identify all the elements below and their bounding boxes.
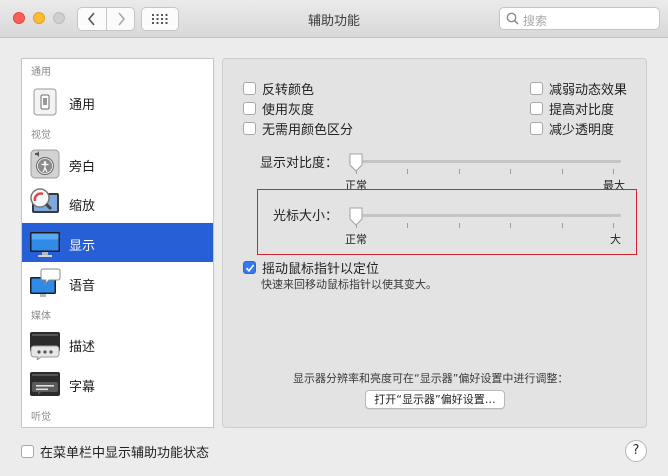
reduce-transparency-checkbox[interactable]: 减少透明度	[530, 119, 614, 138]
speech-icon	[30, 268, 61, 297]
invert-colors-label: 反转颜色	[262, 83, 315, 98]
search-icon	[506, 12, 519, 25]
sidebar-item-descriptions[interactable]: 描述	[22, 324, 213, 363]
cursor-size-slider-track[interactable]	[349, 214, 621, 217]
open-display-prefs-button[interactable]: 打开“显示器”偏好设置…	[365, 390, 505, 409]
sidebar-item-label: 显示	[69, 239, 96, 254]
slider-tick	[458, 169, 460, 174]
increase-contrast-checkbox[interactable]: 提高对比度	[530, 99, 614, 118]
checkmark-icon	[245, 263, 254, 272]
grayscale-label: 使用灰度	[262, 103, 315, 118]
differentiate-label: 无需用颜色区分	[262, 123, 354, 138]
search-placeholder: 搜索	[523, 14, 548, 28]
slider-tick	[510, 223, 512, 228]
zoom-icon	[30, 188, 59, 213]
checkbox-box[interactable]	[243, 122, 256, 135]
checkbox-box[interactable]	[243, 82, 256, 95]
reduce-transparency-label: 减少透明度	[549, 123, 615, 138]
section-header-general: 通用	[31, 67, 51, 78]
checkbox-box[interactable]	[530, 82, 543, 95]
display-icon	[30, 232, 60, 257]
grayscale-checkbox[interactable]: 使用灰度	[243, 99, 314, 118]
sidebar-item-display[interactable]: 显示	[22, 223, 213, 262]
slider-tick	[510, 169, 512, 174]
slider-tick	[613, 169, 614, 174]
reduce-motion-label: 减弱动态效果	[549, 83, 628, 98]
voiceover-icon	[30, 149, 60, 179]
slider-tick	[613, 223, 614, 228]
descriptions-icon	[30, 332, 60, 360]
shake-to-locate-checkbox[interactable]: 摇动鼠标指针以定位	[243, 258, 379, 277]
shake-to-locate-description: 快速来回移动鼠标指针以使其变大。	[261, 278, 437, 291]
section-header-hearing: 听觉	[31, 412, 51, 423]
cursor-size-label: 光标大小：	[273, 209, 339, 224]
slider-tick	[561, 223, 563, 228]
sidebar-item-label: 缩放	[69, 199, 96, 214]
show-in-menubar-label: 在菜单栏中显示辅助功能状态	[40, 446, 210, 461]
sidebar-item-label: 语音	[69, 279, 96, 294]
cursor-size-max-label: 大	[610, 233, 621, 246]
checkbox-box[interactable]	[21, 445, 34, 458]
sidebar-item-label: 旁白	[69, 160, 96, 175]
help-button[interactable]: ?	[625, 440, 647, 462]
sidebar-item-label: 通用	[69, 98, 96, 113]
sidebar: 通用 通用 视觉 旁白 缩放 显示 语音 媒体 描述 字幕 听觉	[21, 58, 214, 428]
contrast-slider-knob[interactable]	[348, 153, 364, 173]
sidebar-item-label: 字幕	[69, 380, 96, 395]
section-header-vision: 视觉	[31, 130, 51, 141]
sidebar-item-general[interactable]: 通用	[22, 82, 213, 121]
contrast-slider-track[interactable]	[349, 160, 621, 163]
section-header-media: 媒体	[31, 311, 51, 322]
contrast-slider-label: 显示对比度：	[260, 156, 339, 171]
search-field[interactable]: 搜索	[499, 7, 660, 30]
differentiate-without-color-checkbox[interactable]: 无需用颜色区分	[243, 119, 353, 138]
display-prefs-note: 显示器分辨率和亮度可在“显示器”偏好设置中进行调整：	[293, 372, 569, 385]
sidebar-item-voiceover[interactable]: 旁白	[22, 144, 213, 183]
sidebar-item-zoom[interactable]: 缩放	[22, 183, 213, 222]
invert-colors-checkbox[interactable]: 反转颜色	[243, 79, 314, 98]
reduce-motion-checkbox[interactable]: 减弱动态效果	[530, 79, 627, 98]
slider-tick	[561, 169, 563, 174]
cursor-size-slider-knob[interactable]	[348, 207, 364, 227]
slider-tick	[458, 223, 460, 228]
show-in-menubar-checkbox[interactable]: 在菜单栏中显示辅助功能状态	[21, 442, 209, 461]
general-icon	[33, 88, 57, 116]
checkbox-box-checked[interactable]	[243, 261, 256, 274]
sidebar-item-label: 描述	[69, 340, 96, 355]
checkbox-box[interactable]	[243, 102, 256, 115]
accessibility-window: 辅助功能 搜索 通用 通用 视觉 旁白 缩放 显示 语音 媒体 描述 字幕 听觉…	[0, 0, 668, 476]
slider-tick	[407, 169, 409, 174]
sidebar-item-speech[interactable]: 语音	[22, 263, 213, 302]
captions-icon	[30, 372, 60, 396]
slider-tick	[407, 223, 409, 228]
checkbox-box[interactable]	[530, 102, 543, 115]
checkbox-box[interactable]	[530, 122, 543, 135]
sidebar-item-captions[interactable]: 字幕	[22, 364, 213, 403]
titlebar: 辅助功能 搜索	[0, 0, 668, 38]
cursor-size-min-label: 正常	[345, 233, 367, 246]
shake-to-locate-label: 摇动鼠标指针以定位	[262, 262, 380, 277]
increase-contrast-label: 提高对比度	[549, 103, 615, 118]
